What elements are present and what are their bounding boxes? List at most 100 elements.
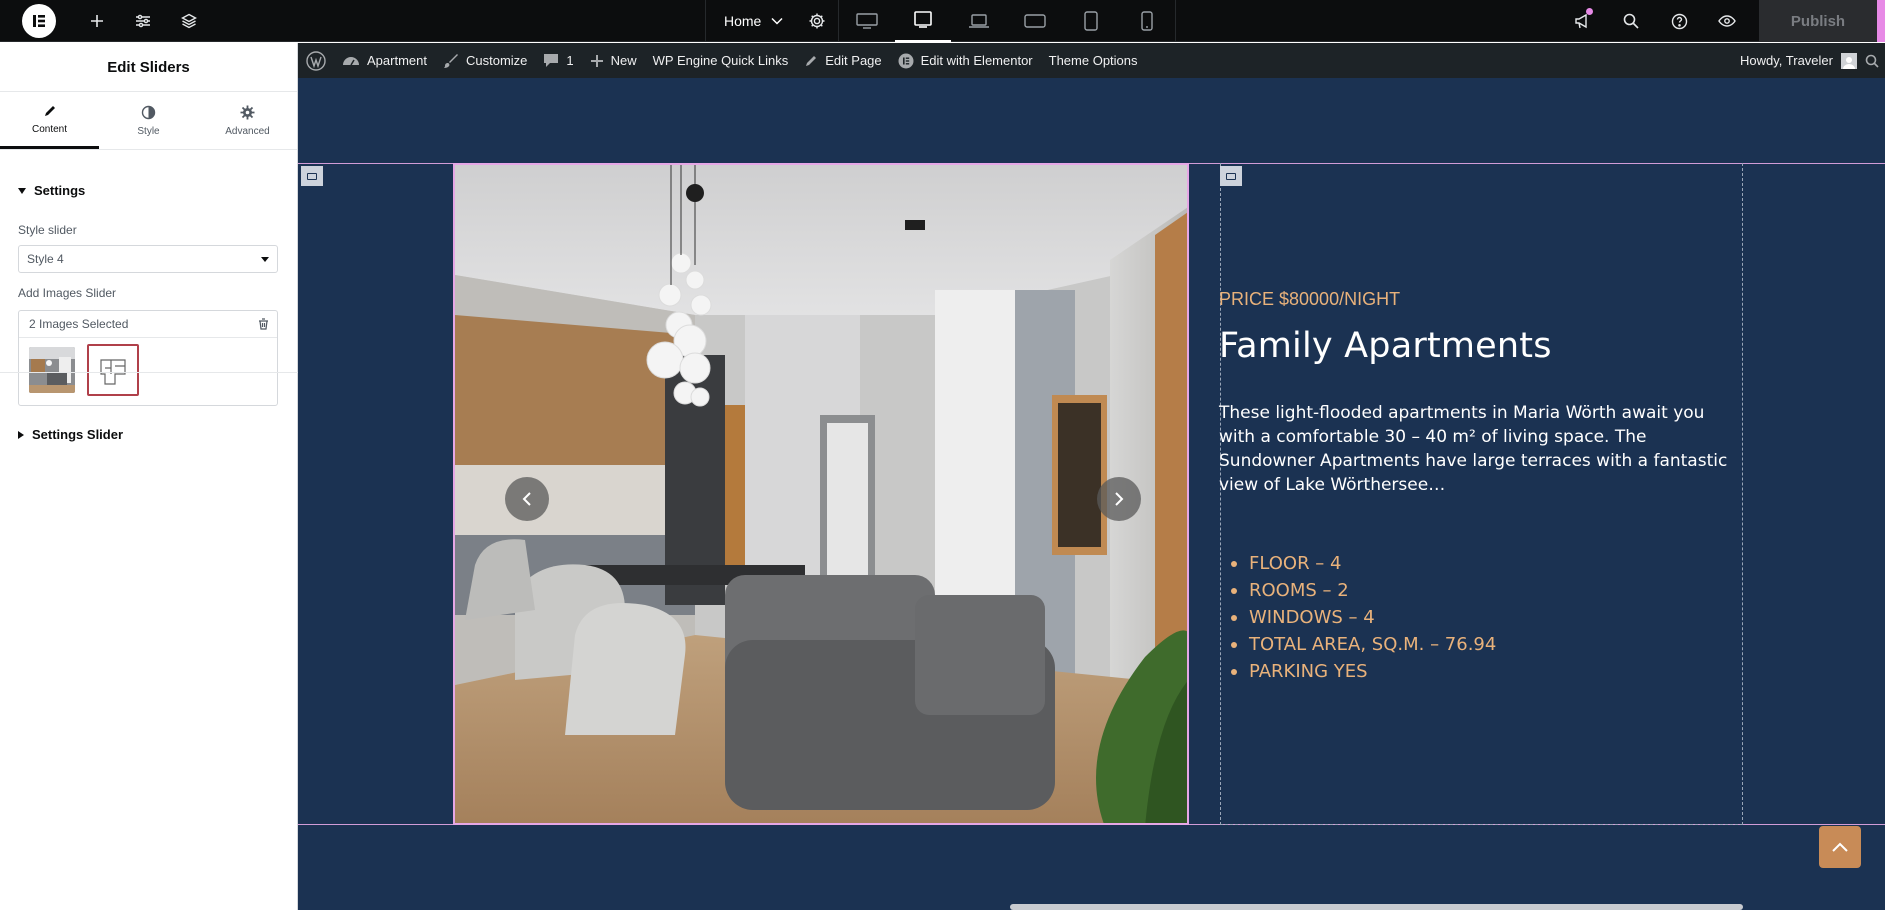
- theme-options-link[interactable]: Theme Options: [1041, 43, 1146, 78]
- feature-item: PARKING YES: [1219, 658, 1496, 685]
- wp-logo-icon[interactable]: [298, 43, 334, 78]
- brush-icon: [443, 53, 458, 68]
- image-slider[interactable]: [453, 163, 1189, 825]
- edit-with-elementor-label: Edit with Elementor: [920, 53, 1033, 68]
- edit-page-link[interactable]: Edit Page: [796, 43, 889, 78]
- settings-slider-section-title: Settings Slider: [32, 427, 124, 442]
- customize-link[interactable]: Customize: [435, 43, 535, 78]
- elementor-icon: [898, 53, 914, 68]
- section-divider: [0, 372, 298, 373]
- avatar[interactable]: [1841, 52, 1857, 69]
- new-content-link[interactable]: New: [582, 43, 645, 78]
- page-settings-icon[interactable]: [795, 0, 840, 42]
- editor-panel: Edit Sliders Content Style Advanced Sett…: [0, 43, 298, 910]
- chevron-up-icon: [1832, 842, 1848, 852]
- dashboard-icon: [343, 56, 359, 65]
- chevron-left-icon: [522, 492, 531, 506]
- panel-tabs: Content Style Advanced: [0, 92, 297, 150]
- wp-admin-bar: Apartment Customize 1 New WP Engine Quic…: [298, 43, 1885, 78]
- feature-item: TOTAL AREA, SQ.M. – 76.94: [1219, 631, 1496, 658]
- back-to-top-button[interactable]: [1819, 826, 1861, 868]
- caret-right-icon: [18, 430, 24, 439]
- publish-options-button[interactable]: [1877, 0, 1885, 42]
- comments-count: 1: [566, 53, 574, 68]
- add-images-label: Add Images Slider: [18, 286, 117, 300]
- slider-next-button[interactable]: [1097, 477, 1141, 521]
- pencil-icon: [806, 55, 817, 66]
- site-name-link[interactable]: Apartment: [334, 43, 435, 78]
- notifications-icon[interactable]: [1559, 0, 1607, 42]
- search-icon[interactable]: [1865, 54, 1879, 68]
- help-icon[interactable]: [1655, 0, 1703, 42]
- desktop-device-icon[interactable]: [839, 0, 895, 42]
- elementor-logo-icon[interactable]: [22, 4, 56, 38]
- slide-image-kitchen: [455, 165, 1187, 823]
- price-text: PRICE $80000/NIGHT: [1219, 289, 1401, 309]
- panel-title: Edit Sliders: [0, 43, 297, 92]
- laptop-device-icon[interactable]: [951, 0, 1007, 42]
- publish-button[interactable]: Publish: [1759, 0, 1877, 42]
- layers-icon[interactable]: [166, 0, 212, 42]
- page-selector[interactable]: Home: [706, 0, 795, 42]
- caret-down-icon: [261, 256, 269, 262]
- settings-section-title: Settings: [34, 183, 86, 198]
- tab-style-label: Style: [137, 125, 160, 137]
- user-greeting[interactable]: Howdy, Traveler: [1740, 53, 1833, 68]
- feature-list: FLOOR – 4 ROOMS – 2 WINDOWS – 4 TOTAL AR…: [1219, 550, 1496, 685]
- tab-content[interactable]: Content: [0, 92, 99, 149]
- property-description: These light-flooded apartments in Maria …: [1219, 403, 1728, 495]
- images-selected-count[interactable]: 2 Images Selected: [29, 317, 128, 331]
- edit-with-elementor-link[interactable]: Edit with Elementor: [890, 43, 1041, 78]
- feature-item: WINDOWS – 4: [1219, 604, 1496, 631]
- slider-prev-button[interactable]: [505, 477, 549, 521]
- tablet-landscape-device-icon[interactable]: [1007, 0, 1063, 42]
- caret-down-icon: [18, 187, 26, 194]
- plus-icon: [590, 54, 603, 67]
- elementor-topbar: Home Publish: [0, 0, 1885, 42]
- image-gallery-control: 2 Images Selected: [18, 310, 278, 406]
- comment-icon: [544, 54, 559, 67]
- gallery-thumbnail-interior[interactable]: [29, 347, 75, 393]
- preview-eye-icon[interactable]: [1703, 0, 1751, 42]
- column-handle[interactable]: [301, 166, 323, 186]
- style-slider-value: Style 4: [27, 252, 64, 266]
- half-circle-icon: [141, 105, 156, 119]
- comments-link[interactable]: 1: [535, 43, 581, 78]
- edit-page-label: Edit Page: [825, 53, 882, 68]
- horizontal-scrollbar[interactable]: [1010, 904, 1743, 910]
- page-canvas: PRICE $80000/NIGHT Family Apartments The…: [298, 78, 1885, 910]
- tab-content-label: Content: [31, 123, 68, 135]
- tab-advanced-label: Advanced: [225, 125, 270, 137]
- customize-label: Customize: [465, 53, 528, 68]
- trash-icon[interactable]: [258, 318, 269, 330]
- tab-advanced[interactable]: Advanced: [198, 92, 297, 149]
- new-label: New: [610, 53, 637, 68]
- mobile-device-icon[interactable]: [1119, 0, 1175, 42]
- responsive-mode-switcher: [839, 0, 1177, 42]
- gear-icon: [240, 105, 255, 119]
- feature-item: ROOMS – 2: [1219, 577, 1496, 604]
- wp-engine-label: WP Engine Quick Links: [652, 53, 789, 68]
- theme-options-label: Theme Options: [1048, 53, 1138, 68]
- chevron-down-icon: [771, 17, 783, 25]
- page-name: Home: [724, 13, 762, 29]
- mobile-landscape-device-icon[interactable]: [1063, 0, 1119, 42]
- feature-item: FLOOR – 4: [1219, 550, 1496, 577]
- tab-style[interactable]: Style: [99, 92, 198, 149]
- wp-engine-quick-links[interactable]: WP Engine Quick Links: [645, 43, 797, 78]
- style-slider-select[interactable]: Style 4: [18, 245, 278, 273]
- settings-slider-section-toggle[interactable]: Settings Slider: [0, 427, 141, 442]
- settings-section-toggle[interactable]: Settings: [0, 183, 103, 198]
- property-title: Family Apartments: [1219, 326, 1552, 366]
- tablet-device-icon[interactable]: [895, 0, 952, 42]
- search-icon[interactable]: [1607, 0, 1655, 42]
- gallery-thumbnail-floorplan[interactable]: [87, 344, 139, 396]
- pencil-icon: [44, 105, 55, 116]
- site-name: Apartment: [367, 53, 427, 68]
- notification-badge: [1586, 8, 1593, 15]
- style-slider-label: Style slider: [18, 223, 77, 237]
- column-handle[interactable]: [1220, 166, 1242, 186]
- site-settings-icon[interactable]: [120, 0, 166, 42]
- add-element-icon[interactable]: [74, 0, 120, 42]
- chevron-right-icon: [1115, 492, 1124, 506]
